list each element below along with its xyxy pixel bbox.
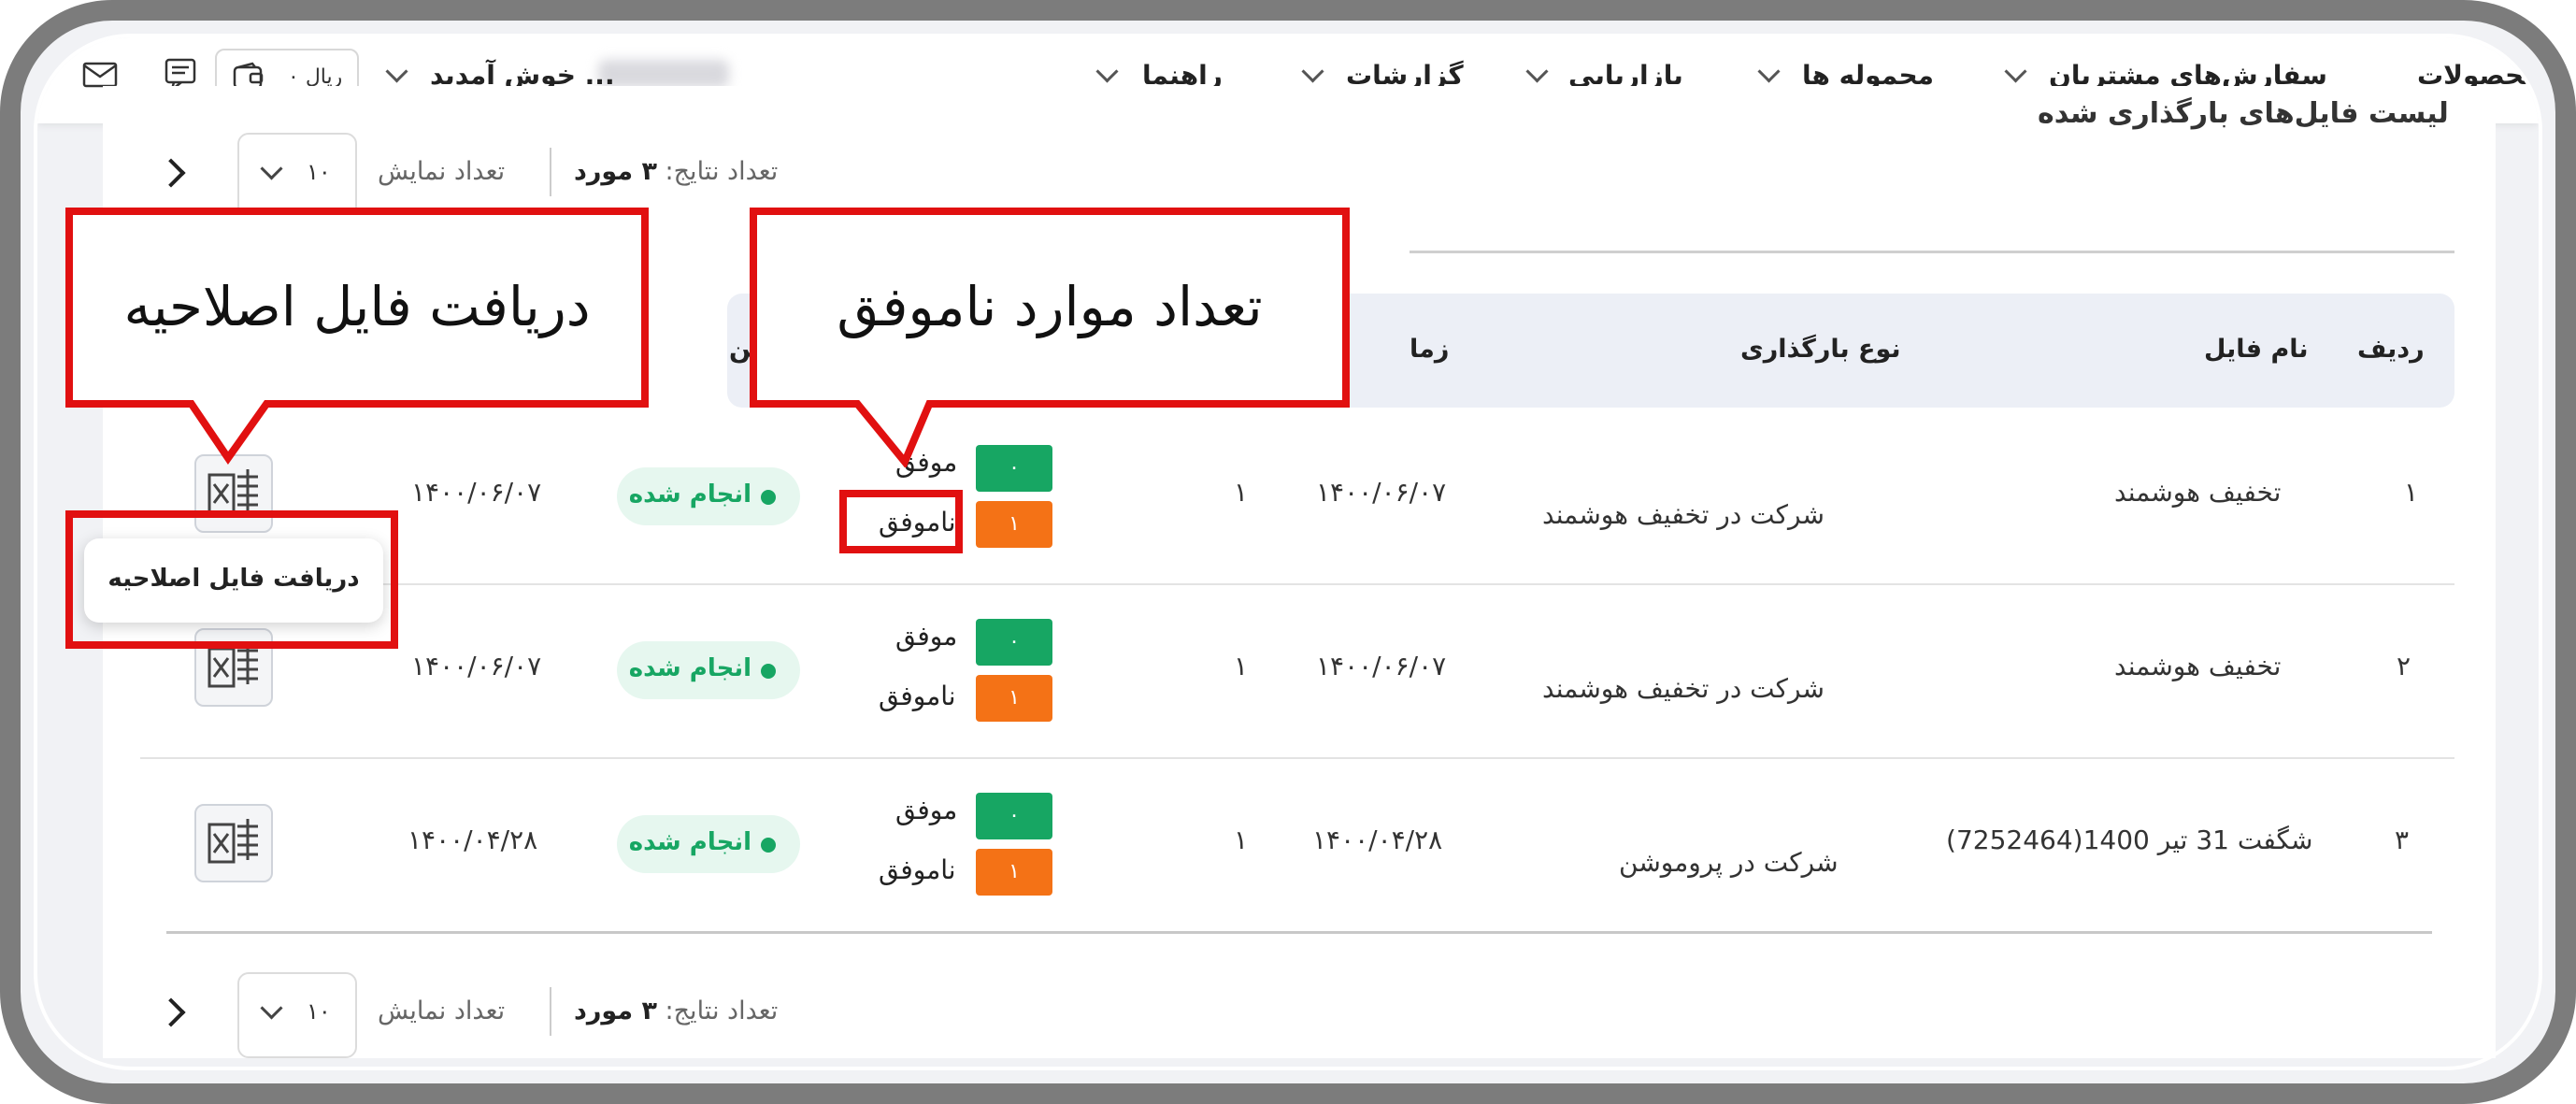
- process-date: ۱۴۰۰/۰۴/۲۸: [408, 824, 538, 855]
- item-count: ۱: [1234, 651, 1249, 681]
- status-dot-icon: [761, 838, 776, 853]
- status-dot-icon: [761, 490, 776, 505]
- excel-file-icon: [208, 819, 258, 864]
- upload-type: شرکت در تخفیف هوشمند: [1542, 499, 1825, 530]
- fail-label: ناموفق: [879, 681, 956, 711]
- status-badge: انجام شده: [617, 641, 800, 699]
- divider: [550, 148, 551, 196]
- callout-download-fix: دریافت فایل اصلاحیه: [65, 208, 649, 408]
- success-label: موفق: [895, 795, 958, 825]
- callout-text: تعداد موارد ناموفق: [837, 275, 1263, 338]
- success-count-badge: ۰: [976, 619, 1052, 666]
- upload-type: شرکت در پروموشن: [1619, 847, 1839, 878]
- results-count: تعداد نتایج: ۳ مورد: [574, 157, 778, 186]
- fail-count-badge: ۱: [976, 849, 1052, 896]
- chevron-down-icon: [260, 996, 283, 1020]
- chevron-down-icon: [385, 60, 408, 83]
- divider: [1410, 251, 2454, 253]
- process-date: ۱۴۰۰/۰۶/۰۷: [411, 477, 542, 508]
- row-index: ۱: [2404, 477, 2419, 508]
- page-size-label: تعداد نمایش: [378, 157, 506, 186]
- chevron-down-icon: [2004, 60, 2027, 83]
- download-fix-file-button[interactable]: [194, 804, 273, 882]
- page-size-label: تعداد نمایش: [378, 996, 506, 1025]
- upload-date: ۱۴۰۰/۰۶/۰۷: [1316, 477, 1447, 508]
- header-upload-type: نوع بارگذاری: [1740, 335, 1901, 364]
- divider: [140, 583, 2454, 585]
- page-size-select[interactable]: ۱۰: [237, 972, 357, 1058]
- chevron-down-icon: [1525, 60, 1549, 83]
- callout-text: دریافت فایل اصلاحیه: [123, 275, 591, 338]
- page-size-value: ۱۰: [307, 159, 331, 185]
- file-name: شگفت 31 تیر 1400(7252464): [1946, 824, 2313, 855]
- chevron-down-icon: [260, 157, 283, 180]
- results-value: ۳ مورد: [574, 157, 657, 186]
- success-count-badge: ۰: [976, 445, 1052, 492]
- status-badge: انجام شده: [617, 467, 800, 525]
- chevron-down-icon: [1757, 60, 1781, 83]
- file-name: تخفیف هوشمند: [2114, 477, 2282, 508]
- chevron-down-icon: [1301, 60, 1324, 83]
- item-count: ۱: [1234, 824, 1249, 855]
- status-dot-icon: [761, 664, 776, 679]
- process-date: ۱۴۰۰/۰۶/۰۷: [411, 651, 542, 681]
- results-label: تعداد نتایج:: [665, 157, 779, 186]
- fail-label: ناموفق: [879, 854, 956, 885]
- row-index: ۳: [2395, 824, 2410, 855]
- file-name: تخفیف هوشمند: [2114, 651, 2282, 681]
- header-file-name: نام فایل: [2204, 335, 2309, 364]
- success-label: موفق: [895, 621, 958, 652]
- upload-date: ۱۴۰۰/۰۶/۰۷: [1316, 651, 1447, 681]
- upload-date: ۱۴۰۰/۰۴/۲۸: [1312, 824, 1443, 855]
- row-index: ۲: [2397, 651, 2411, 681]
- callout-pointer: [187, 400, 271, 466]
- tooltip-highlight-box: [65, 510, 398, 649]
- fail-label-highlight-box: [839, 490, 963, 553]
- fail-count-badge: ۱: [976, 501, 1052, 548]
- fail-count-badge: ۱: [976, 675, 1052, 722]
- results-label: تعداد نتایج:: [665, 996, 779, 1025]
- callout-failed-count: تعداد موارد ناموفق: [750, 208, 1350, 408]
- item-count: ۱: [1234, 477, 1249, 508]
- divider: [166, 931, 2432, 934]
- results-value: ۳ مورد: [574, 996, 657, 1025]
- page-size-value: ۱۰: [307, 998, 331, 1025]
- blurred-username: [598, 60, 729, 88]
- page-title: لیست فایل‌های بارگذاری شده: [2038, 97, 2449, 130]
- upload-type: شرکت در تخفیف هوشمند: [1542, 673, 1825, 704]
- divider: [550, 987, 551, 1036]
- page-size-select[interactable]: ۱۰: [237, 133, 357, 219]
- divider: [140, 757, 2454, 759]
- header-time: زما: [1410, 335, 1450, 364]
- status-badge: انجام شده: [617, 815, 800, 873]
- chevron-down-icon: [1095, 60, 1119, 83]
- header-row: ردیف: [2357, 335, 2425, 364]
- callout-pointer: [852, 400, 933, 467]
- results-count: تعداد نتایج: ۳ مورد: [574, 996, 778, 1025]
- success-count-badge: ۰: [976, 793, 1052, 839]
